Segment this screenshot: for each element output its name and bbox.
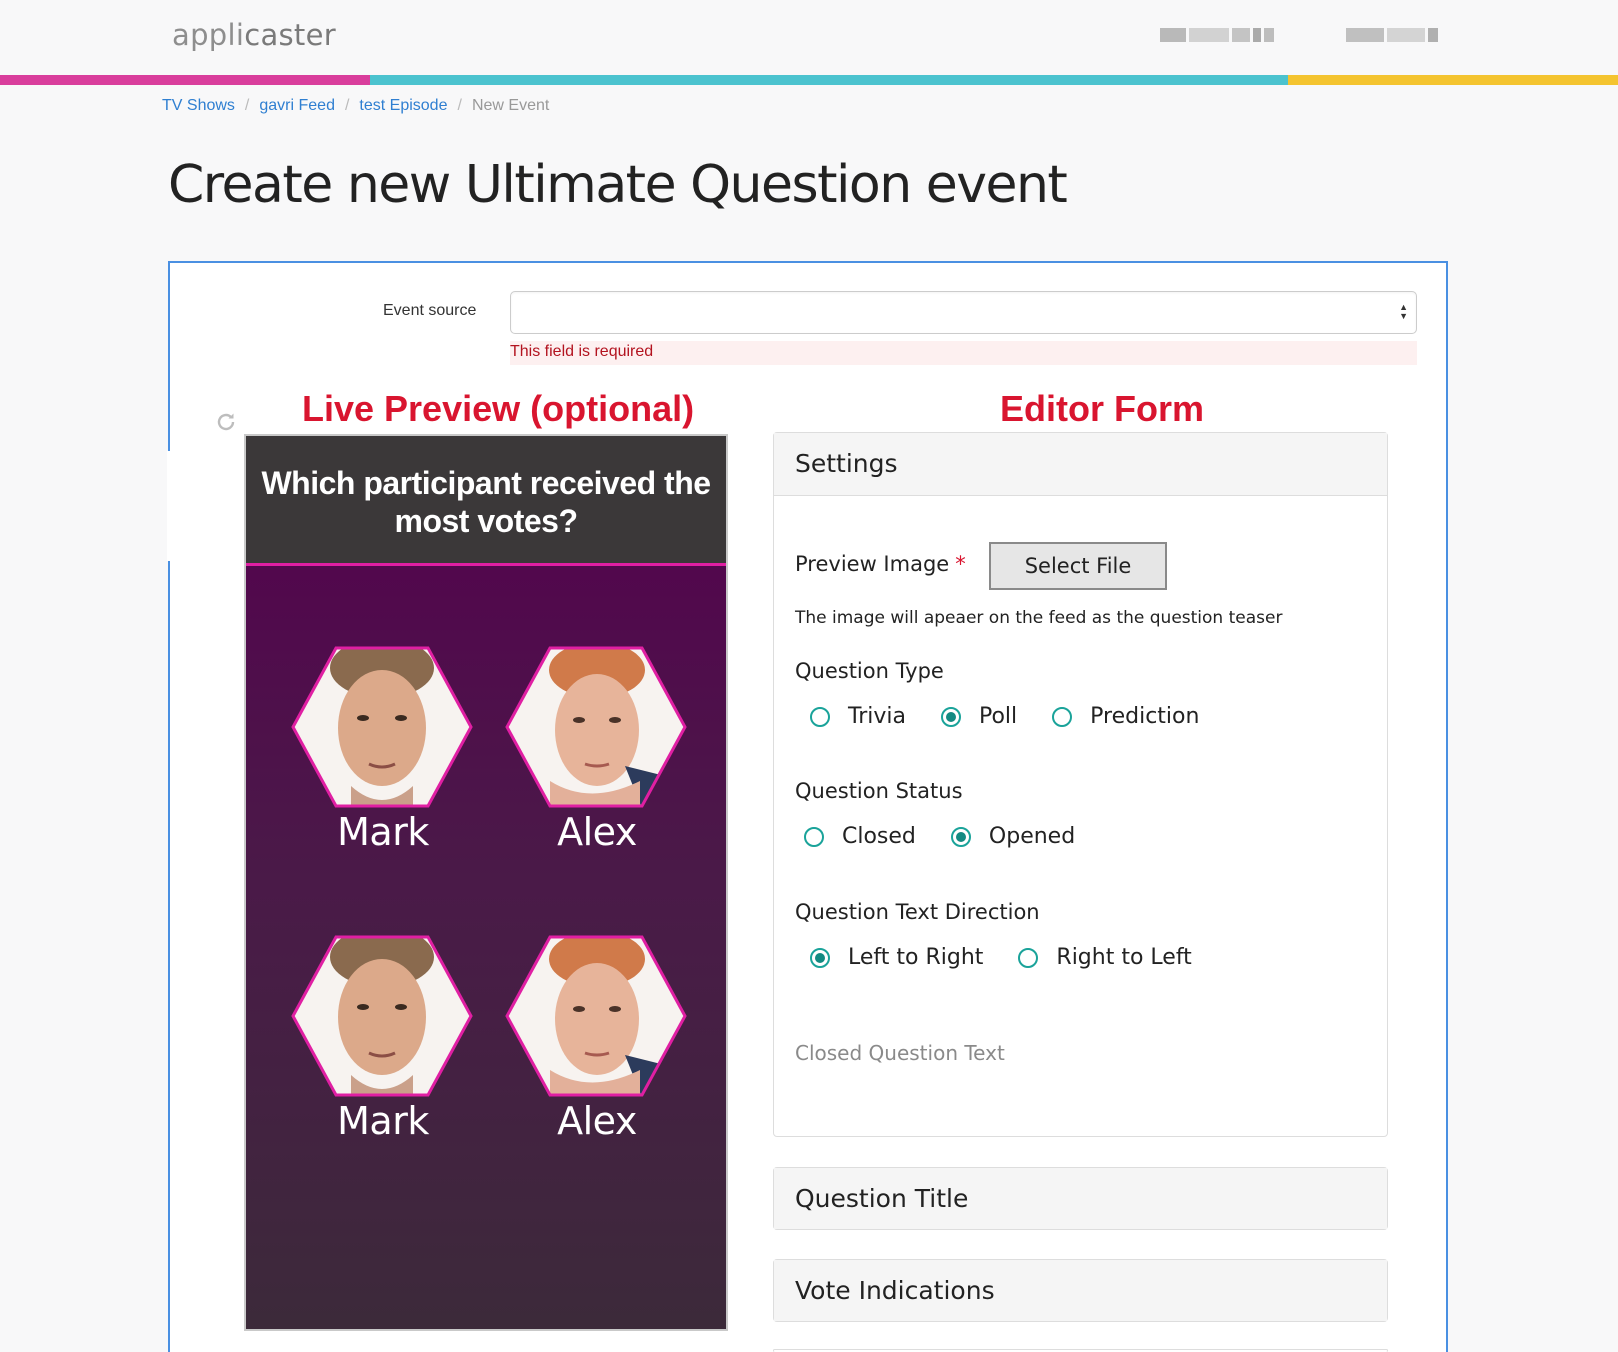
logo-suffix: caster (244, 18, 336, 52)
form-border-gap (167, 451, 171, 561)
brand-color-bar (0, 75, 1618, 85)
preview-question-text: Which participant received the most vote… (261, 465, 711, 539)
radio-label: Left to Right (848, 945, 984, 970)
applicaster-logo[interactable]: applicaster (172, 18, 336, 52)
text-direction-radios: Left to Right Right to Left (810, 945, 1227, 970)
color-segment-teal (370, 75, 1288, 85)
radio-button[interactable] (804, 826, 824, 847)
radio-prediction[interactable]: Prediction (1052, 704, 1199, 729)
question-status-radios: Closed Opened (804, 824, 1110, 849)
color-segment-pink (0, 75, 370, 85)
refresh-icon[interactable] (214, 410, 238, 434)
text-direction-label: Question Text Direction (795, 900, 1040, 924)
breadcrumb-separator: / (457, 97, 462, 114)
radio-label: Closed (842, 824, 916, 849)
breadcrumb-separator: / (344, 97, 350, 114)
editor-form-annotation: Editor Form (1000, 388, 1204, 429)
question-type-label: Question Type (795, 659, 944, 683)
radio-opened[interactable]: Opened (950, 824, 1076, 849)
question-title-panel-header[interactable]: Question Title (774, 1168, 1387, 1229)
vote-indications-panel[interactable]: Vote Indications (773, 1259, 1388, 1322)
candidate-card[interactable]: Alex (505, 646, 689, 854)
breadcrumb-current: New Event (471, 97, 550, 114)
candidate-name: Mark (337, 810, 429, 854)
chevron-updown-icon: ▲ ▼ (1399, 302, 1408, 321)
settings-panel-body: Preview Image * Select File The image wil… (774, 496, 1387, 1136)
breadcrumb-separator: / (244, 97, 250, 114)
radio-button[interactable] (1018, 947, 1039, 968)
live-preview-annotation: Live Preview (optional) (302, 388, 695, 429)
logo-prefix: appli (172, 18, 245, 52)
radio-button-selected[interactable] (950, 826, 971, 847)
top-navbar: applicaster (0, 0, 1618, 75)
radio-trivia[interactable]: Trivia (810, 704, 906, 729)
required-marker: * (955, 552, 966, 576)
vote-indications-panel-header[interactable]: Vote Indications (774, 1260, 1387, 1321)
radio-poll[interactable]: Poll (940, 704, 1018, 729)
radio-button-selected[interactable] (940, 706, 961, 727)
radio-button[interactable] (1052, 706, 1073, 727)
breadcrumb-feed[interactable]: gavri Feed (259, 97, 335, 115)
candidate-card[interactable]: Alex (505, 935, 689, 1143)
candidate-photo (291, 935, 473, 1097)
question-type-radios: Trivia Poll Prediction (810, 704, 1234, 729)
preview-image-label-text: Preview Image (795, 552, 950, 576)
live-preview-phone: Which participant received the most vote… (244, 434, 728, 1331)
preview-image-label: Preview Image * (795, 552, 966, 576)
settings-panel-header[interactable]: Settings (774, 433, 1387, 496)
radio-left-to-right[interactable]: Left to Right (810, 945, 983, 970)
candidate-card[interactable]: Mark (291, 646, 475, 854)
event-source-select[interactable]: ▲ ▼ (510, 291, 1417, 334)
radio-closed[interactable]: Closed (804, 824, 916, 849)
page-title: Create new Ultimate Question event (168, 155, 1068, 215)
event-source-label: Event source (383, 302, 477, 319)
radio-label: Poll (978, 704, 1018, 729)
breadcrumb: TV Shows / gavri Feed / test Episode / N… (162, 97, 549, 115)
preview-question-header: Which participant received the most vote… (246, 436, 726, 566)
candidate-name: Mark (337, 1099, 429, 1143)
radio-label: Trivia (848, 704, 906, 729)
candidate-card[interactable]: Mark (291, 935, 475, 1143)
candidate-name: Alex (557, 1099, 637, 1143)
candidate-name: Alex (557, 810, 637, 854)
question-title-panel[interactable]: Question Title (773, 1167, 1388, 1230)
radio-button-selected[interactable] (810, 947, 830, 968)
candidate-photo (505, 935, 687, 1097)
radio-button[interactable] (810, 706, 830, 727)
candidate-photo (505, 646, 687, 808)
candidate-photo (291, 646, 473, 808)
select-file-button[interactable]: Select File (989, 542, 1167, 590)
user-menu-redacted[interactable] (1160, 26, 1277, 44)
event-source-error: This field is required (510, 341, 1417, 365)
account-menu-redacted[interactable] (1346, 26, 1441, 44)
color-segment-yellow (1288, 75, 1618, 85)
radio-label: Opened (988, 824, 1076, 849)
preview-image-help: The image will apeaer on the feed as the… (795, 608, 1283, 628)
radio-right-to-left[interactable]: Right to Left (1018, 945, 1192, 970)
radio-label: Right to Left (1056, 945, 1192, 970)
question-status-label: Question Status (795, 779, 963, 803)
breadcrumb-episode[interactable]: test Episode (359, 97, 447, 115)
radio-label: Prediction (1090, 704, 1200, 729)
breadcrumb-tv-shows[interactable]: TV Shows (162, 97, 235, 115)
closed-question-text-label: Closed Question Text (795, 1041, 1005, 1065)
settings-panel: Settings Preview Image * Select File The … (773, 432, 1388, 1137)
